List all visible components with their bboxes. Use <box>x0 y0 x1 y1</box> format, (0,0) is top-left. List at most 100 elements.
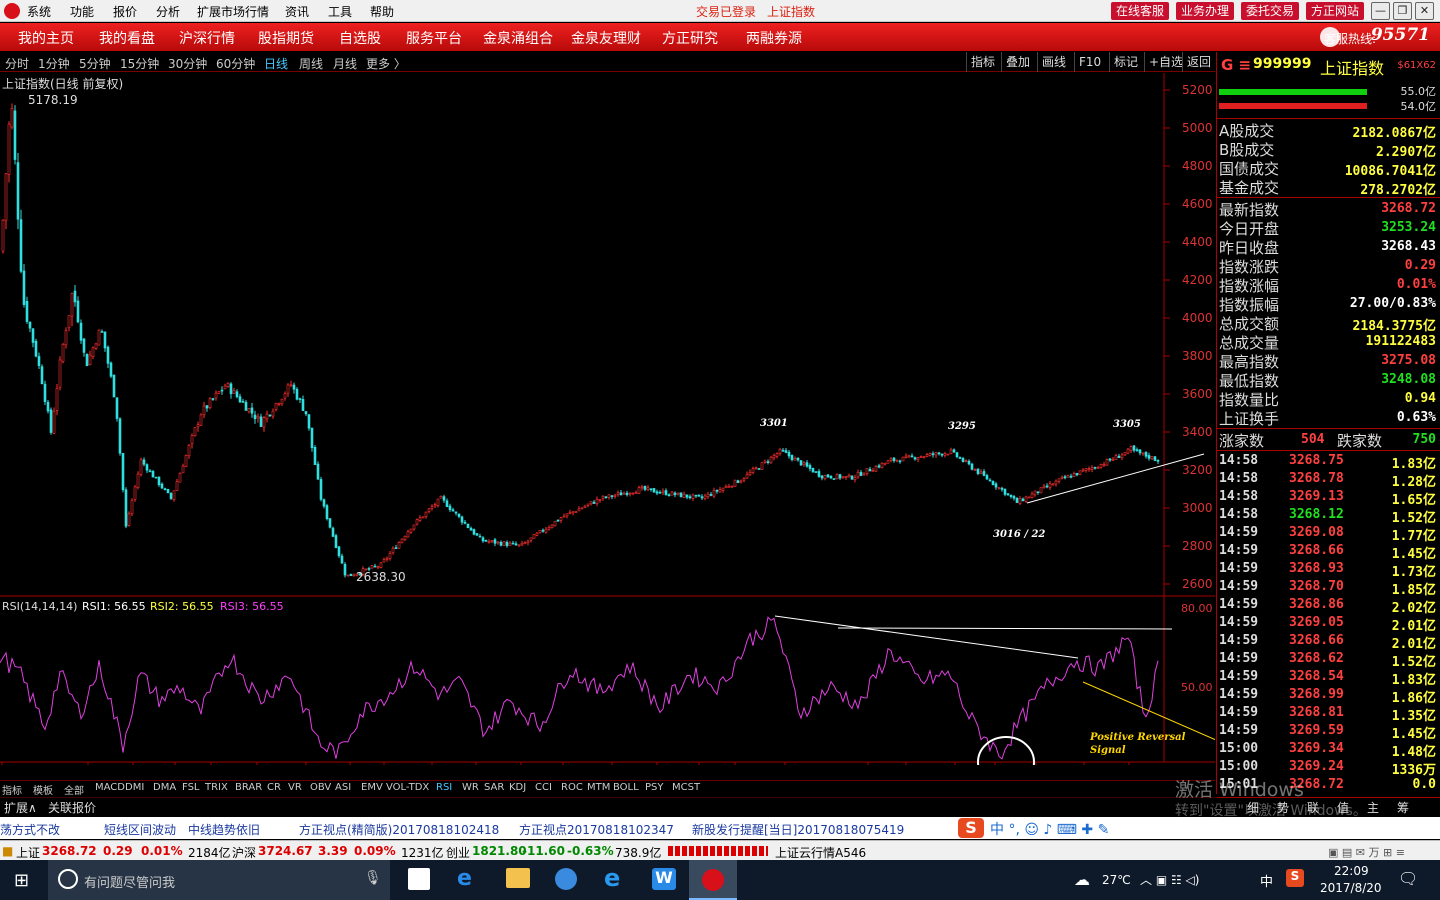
notification-icon[interactable]: 🗨 <box>1398 869 1418 888</box>
period-30min[interactable]: 30分钟 <box>168 55 207 72</box>
tool-f10[interactable]: F10 <box>1074 52 1105 72</box>
restore-icon[interactable]: ❐ <box>1393 2 1412 20</box>
period-15min[interactable]: 15分钟 <box>120 55 159 72</box>
website-button[interactable]: 方正网站 <box>1306 2 1365 20</box>
indicator-tab-trix[interactable]: TRIX <box>205 782 228 793</box>
quote-bottom-tab[interactable]: 筹 <box>1397 799 1409 816</box>
online-service-button[interactable]: 在线客服 <box>1111 2 1170 20</box>
period-monthly[interactable]: 月线 <box>333 55 357 72</box>
indicator-tab-dma[interactable]: DMA <box>153 782 176 793</box>
indicator-tab-fsl[interactable]: FSL <box>182 782 200 793</box>
period-5min[interactable]: 5分钟 <box>79 55 111 72</box>
indicator-tab-rsi[interactable]: RSI <box>436 782 452 793</box>
indicator-tab-kdj[interactable]: KDJ <box>509 782 526 793</box>
menu-info[interactable]: 资讯 <box>285 3 309 20</box>
period-tick[interactable]: 分时 <box>5 55 29 72</box>
price-chart[interactable]: 5200 5000 4800 4600 4400 4200 4000 3800 3600 3400… <box>0 73 1215 765</box>
news-ticker: 荡方式不改 短线区间波动 中线趋势依旧 方正视点(精简版)20170818102… <box>0 817 1440 839</box>
nav-research[interactable]: 方正研究 <box>662 28 718 48</box>
menu-tools[interactable]: 工具 <box>328 3 352 20</box>
news-item-4[interactable]: 方正视点(精简版)20170818102418 <box>299 821 499 838</box>
indicator-tab-wr[interactable]: WR <box>462 782 479 793</box>
founder-app-taskbar-item[interactable] <box>689 860 737 900</box>
nav-portfolio[interactable]: 金泉涌组合 <box>483 28 553 48</box>
status-tray-icons[interactable]: ▣ ▤ ✉ 万 ⊞ ≡ <box>1328 844 1405 860</box>
clock-time[interactable]: 22:09 <box>1334 864 1369 878</box>
ext-tab-related[interactable]: 关联报价 <box>48 799 96 816</box>
ie-icon[interactable]: e <box>604 864 620 892</box>
store-icon[interactable] <box>408 868 430 890</box>
tray-icons[interactable]: ︿ ▣ ☷ ◁) <box>1140 871 1199 888</box>
tool-back[interactable]: 返回 <box>1182 52 1215 72</box>
indicator-tab-cr[interactable]: CR <box>267 782 281 793</box>
nav-home[interactable]: 我的主页 <box>18 28 74 48</box>
nav-wealth[interactable]: 金泉友理财 <box>571 28 641 48</box>
indicator-tab-boll[interactable]: BOLL <box>613 782 639 793</box>
news-item-3[interactable]: 中线趋势依旧 <box>188 821 260 838</box>
windows-start-icon[interactable]: ⊞ <box>14 870 29 891</box>
news-item-2[interactable]: 短线区间波动 <box>104 821 176 838</box>
indicator-tab-模板[interactable]: 模板 <box>33 782 53 797</box>
indicator-tab-dmi[interactable]: DMI <box>125 782 144 793</box>
news-item-1[interactable]: 荡方式不改 <box>0 821 60 838</box>
indicator-tab-mtm[interactable]: MTM <box>587 782 610 793</box>
ime-toolbar-icons[interactable]: 中 °, ☺ ♪ ⌨ ✚ ✎ <box>990 819 1109 839</box>
news-item-6[interactable]: 新股发行提醒[当日]20170818075419 <box>692 821 904 838</box>
quote-bottom-tab[interactable]: 主 <box>1367 799 1379 816</box>
status-server[interactable]: 上证云行情A546 <box>775 844 866 861</box>
menu-function[interactable]: 功能 <box>70 3 94 20</box>
indicator-tab-全部[interactable]: 全部 <box>64 782 84 797</box>
weather-icon[interactable]: ☁ <box>1074 870 1090 889</box>
indicator-tab-emv[interactable]: EMV <box>361 782 383 793</box>
nav-service[interactable]: 服务平台 <box>406 28 462 48</box>
tool-indicator[interactable]: 指标 <box>966 52 999 72</box>
nav-my-watch[interactable]: 我的看盘 <box>99 28 155 48</box>
edge-icon[interactable]: e <box>457 866 472 891</box>
nav-watchlist[interactable]: 自选股 <box>339 28 381 48</box>
menu-analysis[interactable]: 分析 <box>156 3 180 20</box>
indicator-tab-asi[interactable]: ASI <box>335 782 351 793</box>
menu-help[interactable]: 帮助 <box>370 3 394 20</box>
indicator-tab-指标[interactable]: 指标 <box>2 782 22 797</box>
period-1min[interactable]: 1分钟 <box>38 55 70 72</box>
tool-add-watch[interactable]: +自选 <box>1144 52 1187 72</box>
writer-icon[interactable]: W <box>652 868 676 890</box>
indicator-tab-obv[interactable]: OBV <box>310 782 331 793</box>
indicator-tab-psy[interactable]: PSY <box>645 782 664 793</box>
period-60min[interactable]: 60分钟 <box>216 55 255 72</box>
close-icon[interactable]: ✕ <box>1415 2 1434 20</box>
indicator-tab-mcst[interactable]: MCST <box>672 782 700 793</box>
tool-draw[interactable]: 画线 <box>1037 52 1070 72</box>
menu-system[interactable]: 系统 <box>27 3 51 20</box>
nav-margin[interactable]: 两融券源 <box>746 28 802 48</box>
tool-overlay[interactable]: 叠加 <box>1001 52 1034 72</box>
minimize-icon[interactable]: — <box>1371 2 1390 20</box>
mic-icon[interactable]: 🎙 <box>364 870 382 886</box>
taskbar-search-box[interactable]: 有问题尽管问我 🎙 <box>48 860 390 900</box>
period-more[interactable]: 更多 〉 <box>366 55 406 72</box>
sogou-tray-icon[interactable]: S <box>1286 869 1304 887</box>
file-explorer-icon[interactable] <box>506 868 530 888</box>
ime-indicator[interactable]: 中 <box>1260 871 1273 890</box>
indicator-tab-vr[interactable]: VR <box>288 782 302 793</box>
browser-icon[interactable] <box>555 868 577 890</box>
menu-extended-market[interactable]: 扩展市场行情 <box>197 3 269 20</box>
indicator-tab-vol-tdx[interactable]: VOL-TDX <box>386 782 429 793</box>
nav-market[interactable]: 沪深行情 <box>179 28 235 48</box>
period-daily[interactable]: 日线 <box>264 55 288 72</box>
ime-logo-icon[interactable]: S <box>958 818 984 838</box>
clock-date[interactable]: 2017/8/20 <box>1320 881 1382 895</box>
business-button[interactable]: 业务办理 <box>1176 2 1235 20</box>
indicator-tab-roc[interactable]: ROC <box>561 782 583 793</box>
ext-tab-expand[interactable]: 扩展∧ <box>4 799 37 816</box>
indicator-tab-macd[interactable]: MACD <box>95 782 125 793</box>
news-item-5[interactable]: 方正视点20170818102347 <box>519 821 674 838</box>
nav-futures[interactable]: 股指期货 <box>258 28 314 48</box>
menu-quote[interactable]: 报价 <box>113 3 137 20</box>
indicator-tab-cci[interactable]: CCI <box>535 782 552 793</box>
indicator-tab-sar[interactable]: SAR <box>484 782 504 793</box>
period-weekly[interactable]: 周线 <box>299 55 323 72</box>
trade-button[interactable]: 委托交易 <box>1241 2 1300 20</box>
indicator-tab-brar[interactable]: BRAR <box>235 782 262 793</box>
tool-mark[interactable]: 标记 <box>1109 52 1142 72</box>
